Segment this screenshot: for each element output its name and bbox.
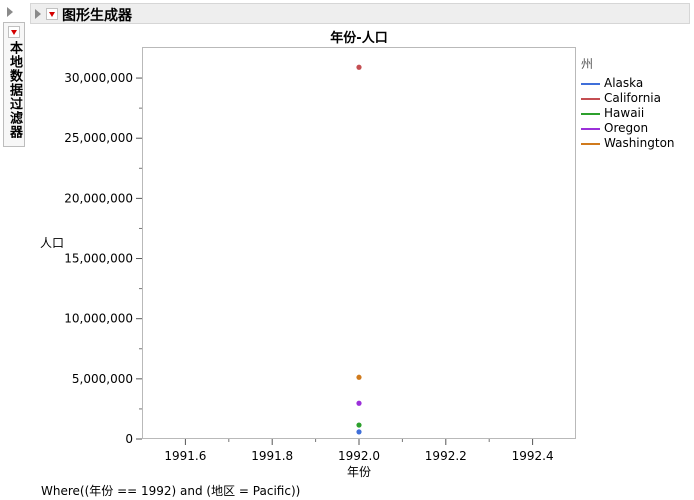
y-tick-label: 5,000,000 xyxy=(72,372,133,386)
y-tick-label: 0 xyxy=(125,432,133,446)
data-point-alaska[interactable] xyxy=(356,429,362,435)
x-tick-label: 1992.2 xyxy=(425,449,467,463)
legend-label: California xyxy=(604,91,661,105)
legend-label: Oregon xyxy=(604,121,649,135)
legend-swatch xyxy=(581,98,600,100)
y-tick-label: 25,000,000 xyxy=(64,131,133,145)
data-point-hawaii[interactable] xyxy=(356,422,362,428)
y-tick-label: 15,000,000 xyxy=(64,252,133,266)
legend-title: 州 xyxy=(581,57,594,71)
data-point-california[interactable] xyxy=(356,64,362,70)
data-point-oregon[interactable] xyxy=(356,400,362,406)
legend-swatch xyxy=(581,113,600,115)
data-point-washington[interactable] xyxy=(356,374,362,380)
y-tick-label: 10,000,000 xyxy=(64,312,133,326)
chart-svg: 0 5,000,000 10,000,000 15,000,000 20,000,000… xyxy=(64,64,554,463)
x-tick-label: 1992.0 xyxy=(338,449,380,463)
legend-swatch xyxy=(581,128,600,130)
x-tick-label: 1991.8 xyxy=(251,449,293,463)
x-tick-label: 1991.6 xyxy=(164,449,206,463)
y-tick-label: 30,000,000 xyxy=(64,71,133,85)
x-tick-label: 1992.4 xyxy=(512,449,554,463)
legend-label: Hawaii xyxy=(604,106,645,120)
legend-swatch xyxy=(581,143,600,145)
legend-label: Washington xyxy=(604,136,675,150)
legend-swatch xyxy=(581,83,600,85)
y-tick-label: 20,000,000 xyxy=(64,191,133,205)
legend-label: Alaska xyxy=(604,76,644,90)
where-clause: Where((年份 == 1992) and (地区 = Pacific)) xyxy=(41,484,301,498)
